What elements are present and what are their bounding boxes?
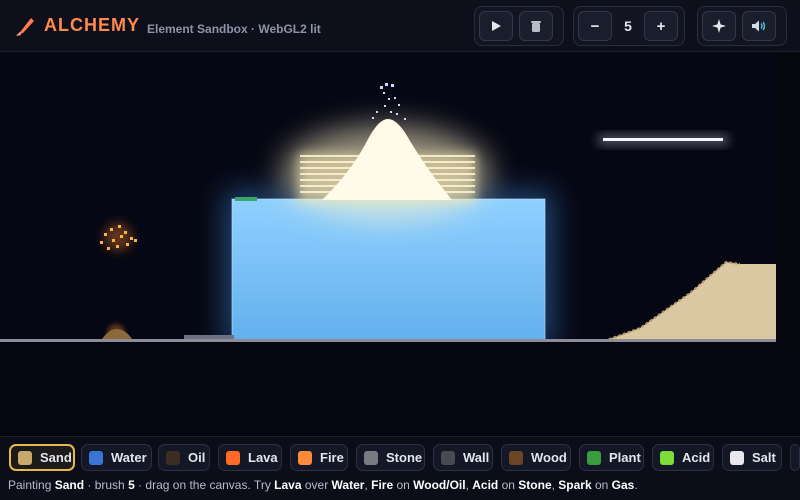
element-swatch: [298, 450, 312, 465]
element-button-wall[interactable]: Wall: [433, 444, 493, 471]
status-text: Painting: [8, 478, 55, 492]
element-label: Fire: [320, 450, 344, 465]
element-label: Wood: [531, 450, 567, 465]
element-label: Plant: [609, 450, 641, 465]
element-swatch: [441, 450, 455, 465]
app-root: ALCHEMY Element Sandbox · WebGL2 lit − 5…: [0, 0, 800, 500]
brush-increase-button[interactable]: +: [644, 11, 678, 41]
element-button-salt[interactable]: Salt: [722, 444, 782, 471]
status-tip-element: Stone: [518, 478, 552, 492]
element-swatch: [509, 450, 523, 465]
element-swatch: [226, 450, 240, 465]
sand-hill: [604, 262, 776, 341]
element-label: Sand: [40, 450, 72, 465]
element-swatch: [18, 450, 32, 465]
steam-particles: [372, 83, 406, 120]
clear-button[interactable]: [519, 11, 553, 41]
element-label: Wall: [463, 450, 490, 465]
status-text: on: [591, 478, 612, 492]
element-swatch: [89, 450, 103, 465]
status-text: on: [393, 478, 414, 492]
effects-controls: [697, 6, 787, 46]
brush-logo-icon: [16, 18, 34, 36]
simulation-canvas[interactable]: [0, 53, 800, 435]
element-button-acid[interactable]: Acid: [652, 444, 714, 471]
play-button[interactable]: [479, 11, 513, 41]
status-tip-element: Spark: [558, 478, 592, 492]
plant-strip: [235, 197, 257, 201]
sparkle-icon: [712, 19, 726, 33]
play-icon: [492, 21, 501, 31]
status-text: over: [301, 478, 332, 492]
status-tip-element: Water: [331, 478, 365, 492]
brush-size-value: 5: [624, 18, 632, 34]
ember-pile: [102, 328, 132, 339]
spark-line: [603, 138, 723, 141]
speaker-icon: [752, 20, 766, 32]
status-element: Sand: [54, 478, 85, 492]
sound-toggle-button[interactable]: [742, 11, 776, 41]
status-tip-element: Wood/Oil: [413, 478, 466, 492]
element-swatch: [730, 450, 744, 465]
element-swatch: [587, 450, 601, 465]
glow-toggle-button[interactable]: [702, 11, 736, 41]
element-button-wood[interactable]: Wood: [501, 444, 571, 471]
element-button-plant[interactable]: Plant: [579, 444, 644, 471]
element-button-fire[interactable]: Fire: [290, 444, 348, 471]
status-bar: Painting Sand · brush 5 · drag on the ca…: [0, 476, 800, 500]
element-button-sand[interactable]: Sand: [9, 444, 75, 471]
element-button-water[interactable]: Water: [81, 444, 152, 471]
canvas-right-gutter: [776, 53, 800, 342]
app-subtitle: Element Sandbox · WebGL2 lit: [147, 22, 321, 36]
status-text: · drag on the canvas. Try: [134, 478, 275, 492]
top-bar: ALCHEMY Element Sandbox · WebGL2 lit − 5…: [0, 0, 800, 52]
brush-size-control: − 5 +: [573, 6, 685, 46]
trash-icon: [531, 20, 541, 32]
element-swatch: [166, 450, 180, 465]
status-tip-element: Lava: [274, 478, 302, 492]
element-button-stone[interactable]: Stone: [356, 444, 425, 471]
status-brush: 5: [128, 478, 135, 492]
floor-wall: [0, 339, 776, 342]
element-button-oil[interactable]: Oil: [158, 444, 210, 471]
element-label: Water: [111, 450, 147, 465]
status-text: on: [498, 478, 519, 492]
status-tip-element: Fire: [371, 478, 394, 492]
void-area: [0, 342, 800, 435]
element-button-lava[interactable]: Lava: [218, 444, 282, 471]
simulation-scene: [0, 53, 800, 435]
status-tip-element: Gas: [611, 478, 635, 492]
status-tip-element: Acid: [472, 478, 499, 492]
status-text: · brush: [84, 478, 129, 492]
element-button-more[interactable]: [790, 444, 800, 471]
element-swatch: [660, 450, 674, 465]
element-label: Acid: [682, 450, 711, 465]
element-label: Lava: [248, 450, 278, 465]
element-swatch: [364, 450, 378, 465]
playback-controls: [474, 6, 564, 46]
app-title: ALCHEMY: [44, 15, 140, 35]
element-palette: Sand Water Oil Lava Fire Stone Wall Wood Plant Ac…: [0, 436, 800, 476]
brush-decrease-button[interactable]: −: [578, 11, 612, 41]
element-label: Stone: [386, 450, 423, 465]
element-label: Oil: [188, 450, 206, 465]
status-text: .: [634, 478, 638, 492]
element-label: Salt: [752, 450, 776, 465]
